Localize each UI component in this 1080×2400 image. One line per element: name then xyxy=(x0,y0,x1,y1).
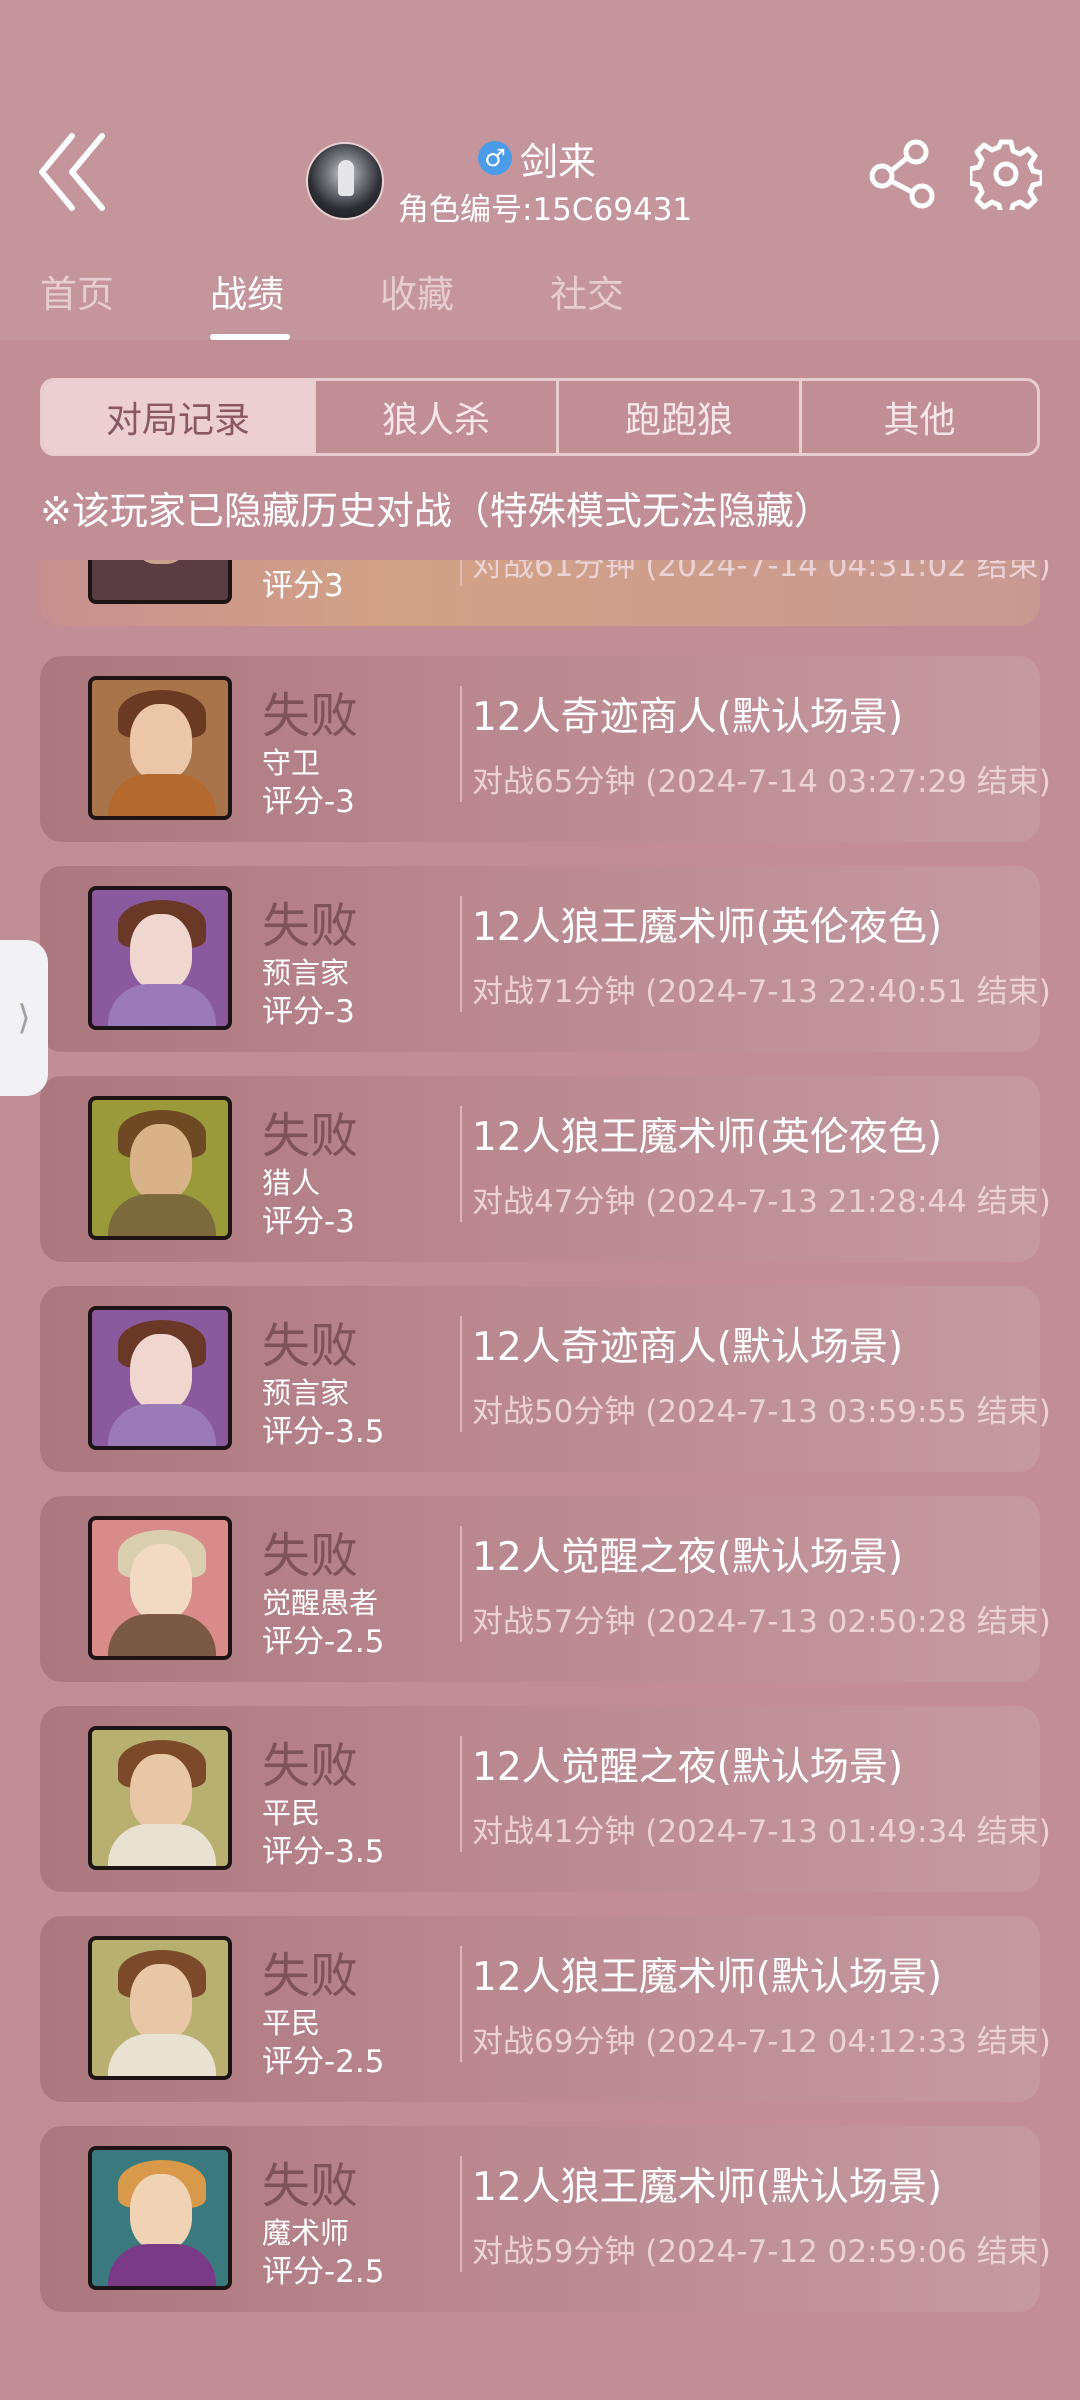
match-record-card[interactable]: 失败 猎人 评分-3 12人狼王魔术师(英伦夜色) 对战47分钟 (2024-7… xyxy=(40,1076,1051,1262)
male-gender-icon: ♂ xyxy=(478,141,512,175)
record-time: 对战61分钟 (2024-7-14 04:31:02 结束) xyxy=(472,560,1051,584)
match-record-card[interactable]: 失败 平民 评分-2.5 12人狼王魔术师(默认场景) 对战69分钟 (2024… xyxy=(40,1916,1051,2102)
record-score: 评分-2.5 xyxy=(262,2044,385,2080)
card-divider xyxy=(460,896,462,1012)
record-time: 对战59分钟 (2024-7-12 02:59:06 结束) xyxy=(472,2234,1051,2270)
player-name: 剑来 xyxy=(520,139,597,184)
record-mode: 12人奇迹商人(默认场景) xyxy=(472,695,904,740)
role-id: 角色编号:15C69431 xyxy=(398,192,693,228)
card-divider xyxy=(460,560,462,586)
match-record-card[interactable]: 失败 预言家 评分-3 12人狼王魔术师(英伦夜色) 对战71分钟 (2024-… xyxy=(40,866,1051,1052)
segment-werewolf[interactable]: 狼人杀 xyxy=(313,381,556,453)
record-mode: 12人狼王魔术师(英伦夜色) xyxy=(472,1115,943,1160)
segment-other[interactable]: 其他 xyxy=(799,381,1037,453)
segment-match-records[interactable]: 对局记录 xyxy=(43,381,313,453)
card-divider xyxy=(460,686,462,802)
record-result: 失败 xyxy=(262,2158,359,2214)
card-divider xyxy=(460,1526,462,1642)
chevron-right-icon: ⟩ xyxy=(17,998,31,1038)
match-record-card[interactable]: 评分3 对战61分钟 (2024-7-14 04:31:02 结束) xyxy=(40,560,1051,626)
active-tab-indicator xyxy=(210,334,290,340)
record-time: 对战71分钟 (2024-7-13 22:40:51 结束) xyxy=(472,974,1051,1010)
record-time: 对战41分钟 (2024-7-13 01:49:34 结束) xyxy=(472,1814,1051,1850)
segment-run-wolf[interactable]: 跑跑狼 xyxy=(556,381,799,453)
record-time: 对战50分钟 (2024-7-13 03:59:55 结束) xyxy=(472,1394,1051,1430)
record-score: 评分-2.5 xyxy=(262,1624,385,1660)
share-icon[interactable] xyxy=(866,138,936,210)
record-score: 评分-3 xyxy=(262,784,355,820)
record-result: 失败 xyxy=(262,1948,359,2004)
record-result: 失败 xyxy=(262,898,359,954)
record-result: 失败 xyxy=(262,1738,359,1794)
record-time: 对战47分钟 (2024-7-13 21:28:44 结束) xyxy=(472,1184,1051,1220)
record-score: 评分-3 xyxy=(262,1204,355,1240)
top-bar: ♂ 剑来 角色编号:15C69431 首页 战绩 收藏 社交 xyxy=(0,0,1080,340)
record-score: 评分-3.5 xyxy=(262,1834,385,1870)
record-result: 失败 xyxy=(262,1528,359,1584)
card-divider xyxy=(460,2156,462,2272)
record-mode: 12人觉醒之夜(默认场景) xyxy=(472,1535,904,1580)
record-score: 评分3 xyxy=(262,568,344,604)
back-double-chevron-icon[interactable] xyxy=(36,132,112,212)
match-record-card[interactable]: 失败 守卫 评分-3 12人奇迹商人(默认场景) 对战65分钟 (2024-7-… xyxy=(40,656,1051,842)
card-divider xyxy=(460,1736,462,1852)
match-record-card[interactable]: 失败 觉醒愚者 评分-2.5 12人觉醒之夜(默认场景) 对战57分钟 (202… xyxy=(40,1496,1051,1682)
villager-portrait xyxy=(88,1726,232,1870)
record-mode: 12人奇迹商人(默认场景) xyxy=(472,1325,904,1370)
main-tabs: 首页 战绩 收藏 社交 xyxy=(0,258,1080,340)
record-score: 评分-3.5 xyxy=(262,1414,385,1450)
record-result: 失败 xyxy=(262,1318,359,1374)
seer-portrait xyxy=(88,886,232,1030)
match-record-card[interactable]: 失败 预言家 评分-3.5 12人奇迹商人(默认场景) 对战50分钟 (2024… xyxy=(40,1286,1051,1472)
record-result: 失败 xyxy=(262,1108,359,1164)
record-result: 失败 xyxy=(262,688,359,744)
tab-social[interactable]: 社交 xyxy=(550,264,624,318)
awakened-fool-portrait xyxy=(88,1516,232,1660)
record-score: 评分-2.5 xyxy=(262,2254,385,2290)
card-divider xyxy=(460,1946,462,2062)
record-mode: 12人狼王魔术师(英伦夜色) xyxy=(472,905,943,950)
player-name-row: ♂ 剑来 xyxy=(478,132,596,184)
match-record-list[interactable]: 评分3 对战61分钟 (2024-7-14 04:31:02 结束) 失败 守卫… xyxy=(0,560,1080,2400)
player-role-portrait xyxy=(88,560,232,604)
match-record-card[interactable]: 失败 魔术师 评分-2.5 12人狼王魔术师(默认场景) 对战59分钟 (202… xyxy=(40,2126,1051,2312)
player-avatar[interactable] xyxy=(306,142,384,220)
record-mode: 12人觉醒之夜(默认场景) xyxy=(472,1745,904,1790)
record-mode: 12人狼王魔术师(默认场景) xyxy=(472,2165,943,2210)
side-drawer-handle[interactable]: ⟩ xyxy=(0,940,48,1096)
record-score: 评分-3 xyxy=(262,994,355,1030)
record-type-segment: 对局记录 狼人杀 跑跑狼 其他 xyxy=(40,378,1040,456)
card-divider xyxy=(460,1316,462,1432)
card-divider xyxy=(460,1106,462,1222)
record-mode: 12人狼王魔术师(默认场景) xyxy=(472,1955,943,2000)
seer-portrait xyxy=(88,1306,232,1450)
match-record-card[interactable]: 失败 平民 评分-3.5 12人觉醒之夜(默认场景) 对战41分钟 (2024-… xyxy=(40,1706,1051,1892)
guard-portrait xyxy=(88,676,232,820)
tab-favorites[interactable]: 收藏 xyxy=(380,264,454,318)
tab-home[interactable]: 首页 xyxy=(40,264,114,318)
hunter-portrait xyxy=(88,1096,232,1240)
magician-portrait xyxy=(88,2146,232,2290)
settings-gear-icon[interactable] xyxy=(970,138,1042,210)
hidden-history-notice: ※该玩家已隐藏历史对战（特殊模式无法隐藏） xyxy=(40,489,832,533)
record-time: 对战69分钟 (2024-7-12 04:12:33 结束) xyxy=(472,2024,1051,2060)
villager-portrait xyxy=(88,1936,232,2080)
record-time: 对战65分钟 (2024-7-14 03:27:29 结束) xyxy=(472,764,1051,800)
tab-records[interactable]: 战绩 xyxy=(210,264,284,318)
record-time: 对战57分钟 (2024-7-13 02:50:28 结束) xyxy=(472,1604,1051,1640)
